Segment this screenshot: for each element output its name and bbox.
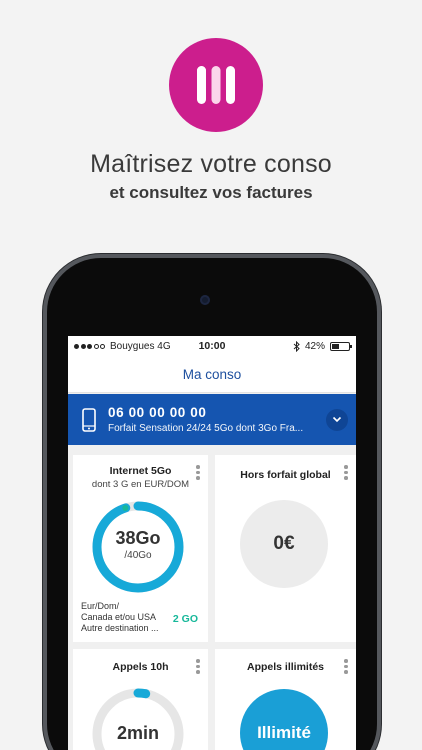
phone-mute-switch (44, 355, 47, 377)
destination-list: Eur/Dom/ Canada et/ou USA Autre destinat… (81, 601, 159, 634)
roaming-data-badge: 2 GO (172, 613, 198, 625)
calls-usage-card[interactable]: Appels 10h 2min (73, 649, 208, 750)
nav-bar: Ma conso (68, 356, 356, 393)
more-options-icon[interactable] (344, 659, 348, 674)
phone-volume-down (44, 442, 47, 482)
list-item: Eur/Dom/ (81, 601, 120, 611)
data-total: /40Go (124, 550, 152, 561)
card-title: Internet 5Go (109, 465, 172, 477)
more-options-icon[interactable] (196, 465, 200, 480)
unlimited-badge: Illimité (240, 689, 328, 750)
bars-logo-icon (197, 66, 235, 104)
out-of-plan-amount: 0€ (240, 500, 328, 588)
calls-used: 2min (116, 723, 159, 743)
front-camera (200, 295, 210, 305)
card-title: Hors forfait global (240, 469, 331, 481)
mobile-phone-icon (82, 407, 96, 432)
line-selector[interactable]: 06 00 00 00 00 Forfait Sensation 24/24 5… (68, 394, 356, 445)
internet-usage-card[interactable]: Internet 5Go dont 3 G en EUR/DOM 38Go /4… (73, 455, 208, 642)
phone-power-button (377, 405, 380, 465)
status-time: 10:00 (198, 340, 226, 352)
phone-volume-up (44, 392, 47, 432)
status-bar: Bouygues 4G 10:00 42% (68, 336, 356, 356)
phone-screen: Bouygues 4G 10:00 42% Ma conso 06 00 00 … (68, 336, 356, 750)
out-of-plan-card[interactable]: Hors forfait global 0€ (215, 455, 356, 642)
plan-name: Forfait Sensation 24/24 5Go dont 3Go Fra… (108, 423, 304, 434)
card-title: Appels illimités (246, 661, 325, 673)
list-item: Autre destination ... (81, 623, 159, 633)
line-number: 06 00 00 00 00 (108, 405, 207, 420)
list-item: Canada et/ou USA (81, 612, 157, 622)
marketing-subline: et consultez vos factures (109, 183, 313, 202)
battery-icon (330, 341, 352, 351)
more-options-icon[interactable] (344, 465, 348, 480)
chevron-down-icon[interactable] (326, 408, 348, 431)
usage-readout: 38Go /40Go (90, 528, 186, 561)
unlimited-label: Illimité (257, 723, 311, 742)
unlimited-calls-card[interactable]: Appels illimités Illimité (215, 649, 356, 750)
more-options-icon[interactable] (196, 659, 200, 674)
page-title: Ma conso (182, 366, 242, 382)
card-subtitle: dont 3 G en EUR/DOM (91, 479, 190, 490)
card-title: Appels 10h (112, 661, 169, 673)
data-used: 38Go (115, 528, 161, 548)
app-logo (169, 38, 263, 132)
marketing-headline: Maîtrisez votre conso (90, 150, 332, 178)
